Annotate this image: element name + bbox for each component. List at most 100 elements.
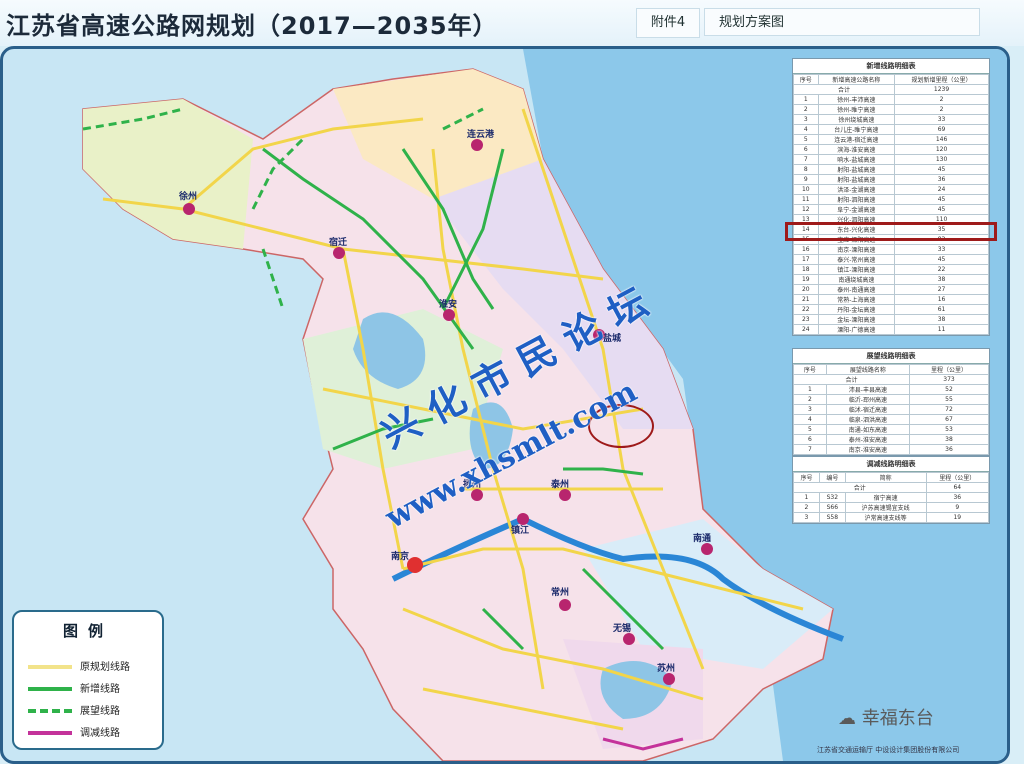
city-zhenjiang: 镇江 [511, 526, 530, 536]
table-cell: 徐州-睢宁高速 [817, 104, 896, 115]
table-row: 2 S66 沪苏高速锡宜支线 9 [793, 502, 990, 513]
table-cell: 19 [925, 512, 990, 523]
table-cell: 4 [793, 414, 827, 425]
table-cell: 溧阳-广德高速 [817, 324, 896, 335]
table-row: 4 台儿庄-睢宁高速 69 [793, 124, 989, 135]
city-suzhou: 苏州 [657, 664, 676, 674]
table-cell: 2 [793, 394, 827, 405]
table-cell: 61 [894, 304, 989, 315]
table-row: 19 南通绕城高速 38 [793, 274, 989, 285]
page-title: 江苏省高速公路网规划（2017—2035年） [6, 12, 498, 40]
table-row: 5 连云港-宿迁高速 146 [793, 134, 989, 145]
highlight-box [785, 222, 997, 241]
table-row: 21 常熟-上海高速 16 [793, 294, 989, 305]
table-row: 2 临沂-邳州高速 55 [793, 394, 990, 405]
table-cell: 射阳-泗阳高速 [817, 194, 896, 205]
table-row: 3 徐州绕城高速 33 [793, 114, 989, 125]
table-cell: 11 [894, 324, 989, 335]
table-cell: 泰州-淮安高速 [825, 434, 910, 445]
table-cell: 38 [894, 274, 989, 285]
table-cell: 23 [793, 314, 819, 325]
table-cell: 连云港-宿迁高速 [817, 134, 896, 145]
table-cell: 27 [894, 284, 989, 295]
table-cell: 滨海-淮安高速 [817, 144, 896, 155]
table-cell: 36 [908, 444, 990, 455]
table-cell: 45 [894, 194, 989, 205]
table-cell: 6 [793, 144, 819, 155]
table-cell: 常熟-上海高速 [817, 294, 896, 305]
table-cell: 12 [793, 204, 819, 215]
city-nanjing: 南京 [391, 552, 410, 562]
table-header-cell: 新增高速公路名称 [817, 74, 896, 85]
table-row: 4 临泉-泗洪高速 67 [793, 414, 990, 425]
table-row: 6 滨海-淮安高速 120 [793, 144, 989, 155]
table-cell: 10 [793, 184, 819, 195]
legend-title: 图例 [62, 622, 113, 640]
table-row: 5 南通-如东高速 53 [793, 424, 990, 435]
city-wuxi: 无锡 [613, 624, 632, 634]
table-cell: 5 [793, 424, 827, 435]
header: 江苏省高速公路网规划（2017—2035年） 附件4 规划方案图 [0, 0, 1024, 46]
legend-item-new: 新增线路 [28, 680, 120, 695]
table-row: 3 临沭-宿迁高速 72 [793, 404, 990, 415]
table-cell: S66 [818, 502, 846, 513]
table-cell: 2 [894, 94, 989, 105]
table-header-cell: 规划新增里程（公里） [894, 74, 989, 85]
table-cell: 7 [793, 444, 827, 455]
table-cell: S58 [818, 512, 846, 523]
table-cell: 2 [793, 104, 819, 115]
city-suqian: 宿迁 [329, 238, 348, 248]
table-cell: 45 [894, 204, 989, 215]
table-row: 12 阜宁-金湖高速 45 [793, 204, 989, 215]
table-header-row: 序号 展望线路名称 里程（公里） [793, 364, 990, 375]
table-new-grid: 序号 新增高速公路名称 规划新增里程（公里） 合计 1239 1 徐州-丰沛高速 2… [792, 74, 989, 335]
table-cell: 9 [793, 174, 819, 185]
footer-credit: 江苏省交通运输厅 中设设计集团股份有限公司 [817, 746, 960, 754]
table-cell: 45 [894, 164, 989, 175]
table-row: 1 S32 宿宁高速 36 [793, 492, 990, 503]
table-cell: 沪常高速支线等 [844, 512, 927, 523]
table-cell: 146 [894, 134, 989, 145]
table-cell: 11 [793, 194, 819, 205]
table-row: 6 泰州-淮安高速 38 [793, 434, 990, 445]
table-total-value: 373 [908, 374, 990, 385]
legend-item-removed: 调减线路 [28, 724, 120, 739]
table-cell: 8 [793, 164, 819, 175]
table-cell: 泰州-南通高速 [817, 284, 896, 295]
table-cell: 洪泽-金湖高速 [817, 184, 896, 195]
table-cell: 69 [894, 124, 989, 135]
table-total-row: 合计 373 [793, 374, 990, 385]
table-row: 8 射阳-盐城高速 45 [793, 164, 989, 175]
table-cut-body: 1 S32 宿宁高速 36 2 S66 沪苏高速锡宜支线 9 3 S58 沪常高速支线等 19 [793, 492, 990, 523]
table-header-row: 序号 新增高速公路名称 规划新增里程（公里） [793, 74, 989, 85]
brand-label: 幸福东台 [861, 708, 934, 729]
table-plan-grid: 序号 展望线路名称 里程（公里） 合计 373 1 沛县-丰县高速 52 2 临沂-邳州… [793, 364, 990, 455]
table-cell: 21 [793, 294, 819, 305]
table-header-cell: 里程（公里） [908, 364, 990, 375]
table-cell: 33 [894, 244, 989, 255]
table-cell: 临沂-邳州高速 [825, 394, 910, 405]
table-total-row: 合计 1239 [792, 84, 989, 95]
legend-item-original: 原规划线路 [28, 658, 130, 673]
table-cell: 120 [894, 144, 989, 155]
table-header-cell: 里程（公里） [925, 472, 990, 483]
city-lianyungang: 连云港 [467, 130, 495, 140]
table-cell: 55 [908, 394, 990, 405]
brand-watermark: ☁ 幸福东台 [838, 704, 934, 730]
table-header-cell: 序号 [793, 364, 827, 375]
table-plan-body: 1 沛县-丰县高速 52 2 临沂-邳州高速 55 3 临沭-宿迁高速 72 4 临泉-泗洪高速 67… [793, 384, 990, 455]
table-row: 22 丹阳-金坛高速 61 [793, 304, 989, 315]
table-cell: 南京-淮安高速 [825, 444, 910, 455]
table-row: 3 S58 沪常高速支线等 19 [793, 512, 990, 523]
table-plan-caption: 展望线路明细表 [793, 349, 989, 364]
city-changzhou: 常州 [551, 588, 570, 598]
table-cell: 33 [894, 114, 989, 125]
table-cell: 16 [793, 244, 819, 255]
table-cell: 泰兴-常州高速 [817, 254, 896, 265]
table-cell: 宿宁高速 [844, 492, 927, 503]
table-cell: 22 [894, 264, 989, 275]
table-cell: 射阳-盐城高速 [817, 164, 896, 175]
table-total-label: 合计 [793, 374, 910, 385]
legend-label: 调减线路 [80, 728, 120, 739]
table-row: 18 镇江-溧阳高速 22 [793, 264, 989, 275]
